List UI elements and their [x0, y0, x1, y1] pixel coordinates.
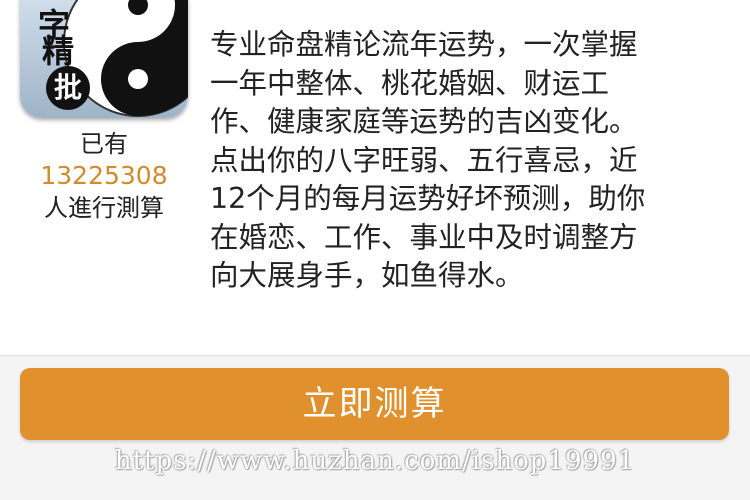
count-prefix: 已有	[80, 130, 128, 158]
product-card: 字 精 批 已有 13225308 人進行測算 专业命盘精论流年运势，一次掌握 …	[0, 0, 750, 355]
app-icon[interactable]: 字 精 批	[20, 0, 188, 118]
description-line: 向大展身手，如鱼得水。	[210, 259, 524, 292]
count-suffix: 人進行測算	[44, 194, 164, 222]
description-line: 专业命盘精论流年运势，一次掌握	[210, 28, 638, 61]
divider	[0, 355, 750, 356]
user-count: 已有 13225308 人進行測算	[20, 128, 188, 224]
description-line: 一年中整体、桃花婚姻、财运工	[210, 66, 610, 100]
calculate-now-button[interactable]: 立即测算	[20, 368, 729, 440]
product-description: 专业命盘精论流年运势，一次掌握 一年中整体、桃花婚姻、财运工 作、健康家庭等运势…	[210, 26, 730, 296]
description-line: 在婚恋、工作、事业中及时调整方	[210, 220, 638, 254]
icon-badge-pi: 批	[46, 66, 90, 110]
description-line: 作、健康家庭等运势的吉凶变化。	[210, 105, 638, 138]
description-line: 点出你的八字旺弱、五行喜忌，近	[210, 143, 638, 177]
watermark: https://www.huzhan.com/ishop19991	[114, 446, 636, 476]
count-number: 13225308	[40, 161, 168, 190]
description-line: 12个月的每月运势好坏预测，助你	[210, 182, 646, 215]
